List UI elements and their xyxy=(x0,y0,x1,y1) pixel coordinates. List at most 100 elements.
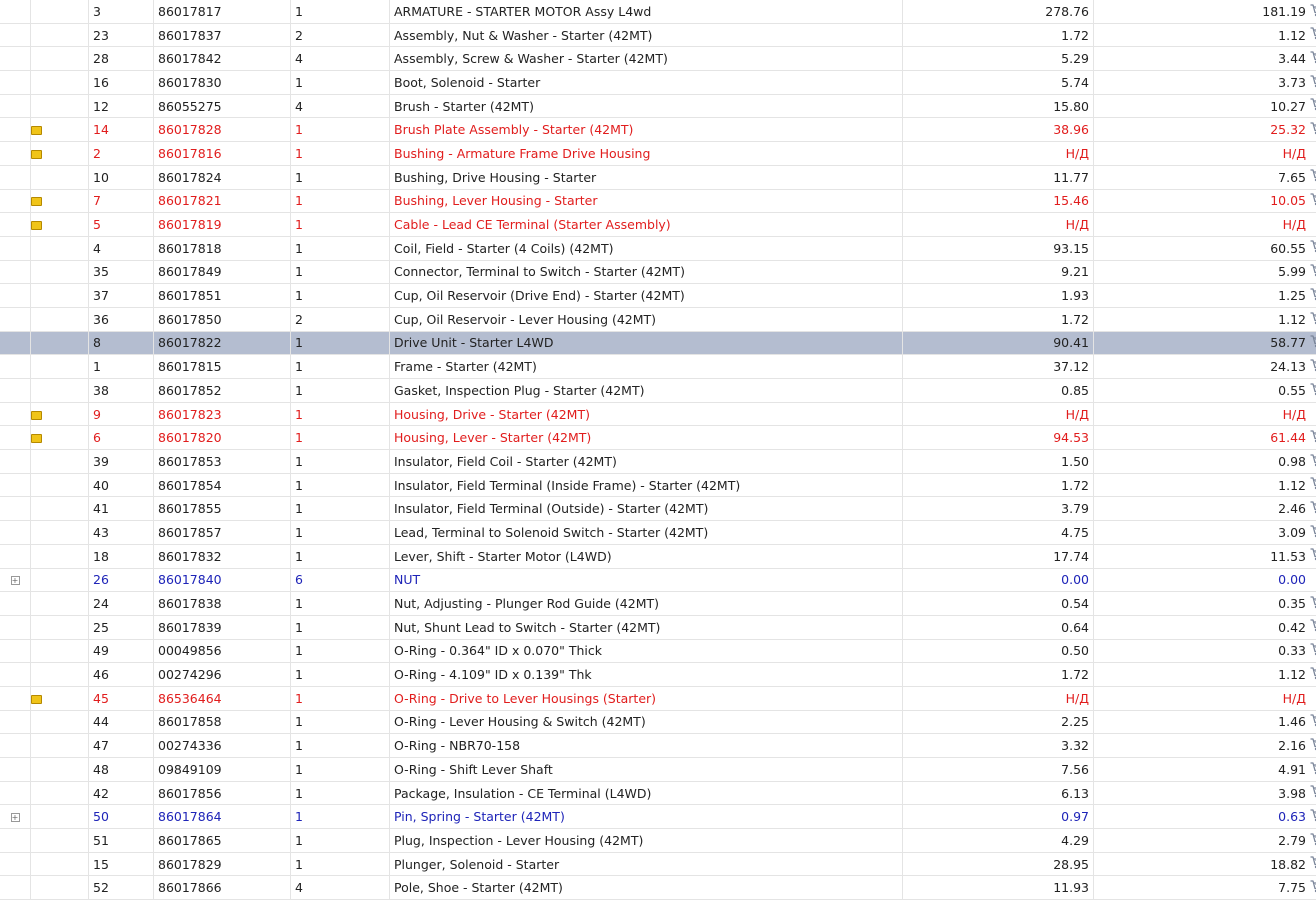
cart-icon[interactable] xyxy=(1310,335,1316,351)
table-row[interactable]: 47 00274336 1 O-Ring - NBR70-158 3.32 2.16 xyxy=(0,733,1316,758)
note-icon[interactable] xyxy=(31,221,42,231)
cart-cell[interactable] xyxy=(1310,236,1316,261)
cart-cell[interactable] xyxy=(1310,710,1316,735)
cart-icon[interactable] xyxy=(1310,856,1316,872)
table-row[interactable]: 23 86017837 2 Assembly, Nut & Washer - Star… xyxy=(0,23,1316,48)
cart-icon[interactable] xyxy=(1310,240,1316,256)
table-row[interactable]: 5 86017819 1 Cable - Lead CE Terminal (Star… xyxy=(0,212,1316,237)
table-row[interactable]: 9 86017823 1 Housing, Drive - Starter (42MT… xyxy=(0,402,1316,427)
cart-icon[interactable] xyxy=(1310,667,1316,683)
table-row[interactable]: 4 86017818 1 Coil, Field - Starter (4 Coils… xyxy=(0,236,1316,261)
table-row[interactable]: 46 00274296 1 O-Ring - 4.109" ID x 0.139" T… xyxy=(0,662,1316,687)
note-icon[interactable] xyxy=(31,149,42,159)
cart-icon[interactable] xyxy=(1310,98,1316,114)
cart-cell[interactable] xyxy=(1310,354,1316,379)
table-row[interactable]: 43 86017857 1 Lead, Terminal to Solenoid Sw… xyxy=(0,520,1316,545)
cart-cell[interactable] xyxy=(1310,117,1316,143)
table-row[interactable]: 12 86055275 4 Brush - Starter (42MT) 15.80 10… xyxy=(0,94,1316,119)
table-row[interactable]: 10 86017824 1 Bushing, Drive Housing - Star… xyxy=(0,165,1316,190)
cart-icon[interactable] xyxy=(1310,311,1316,328)
cart-cell[interactable] xyxy=(1310,875,1316,900)
cart-icon[interactable] xyxy=(1310,75,1316,91)
table-row[interactable]: 7 86017821 1 Bushing, Lever Housing - Start… xyxy=(0,189,1316,214)
cart-cell[interactable] xyxy=(1310,189,1316,214)
cart-cell[interactable] xyxy=(1310,0,1316,24)
cart-icon[interactable] xyxy=(1310,809,1316,825)
cart-cell[interactable] xyxy=(1310,165,1316,190)
table-row[interactable]: 16 86017830 1 Boot, Solenoid - Starter 5.74 3… xyxy=(0,70,1316,95)
table-row[interactable]: 39 86017853 1 Insulator, Field Coil - Start… xyxy=(0,449,1316,474)
cart-cell[interactable] xyxy=(1310,307,1316,332)
cart-icon[interactable] xyxy=(1310,382,1316,399)
table-row[interactable]: 40 86017854 1 Insulator, Field Terminal (In… xyxy=(0,473,1316,498)
cart-cell[interactable] xyxy=(1310,94,1316,119)
cart-icon[interactable] xyxy=(1310,525,1316,541)
table-row[interactable]: 28 86017842 4 Assembly, Screw & Washer - St… xyxy=(0,46,1316,72)
cart-icon[interactable] xyxy=(1310,3,1316,20)
cart-icon[interactable] xyxy=(1310,738,1316,754)
cart-cell[interactable] xyxy=(1310,757,1316,782)
cart-cell[interactable] xyxy=(1310,781,1316,806)
cart-cell[interactable] xyxy=(1310,591,1316,616)
note-icon[interactable] xyxy=(31,694,42,704)
table-row[interactable]: 36 86017850 2 Cup, Oil Reservoir - Lever Ho… xyxy=(0,307,1316,332)
note-icon[interactable] xyxy=(31,410,42,420)
table-row[interactable]: 6 86017820 1 Housing, Lever - Starter (42MT… xyxy=(0,425,1316,451)
cart-icon[interactable] xyxy=(1310,643,1316,659)
table-row[interactable]: 14 86017828 1 Brush Plate Assembly - Starte… xyxy=(0,117,1316,143)
table-row[interactable]: 2 86017816 1 Bushing - Armature Frame Drive… xyxy=(0,141,1316,166)
cart-cell[interactable] xyxy=(1310,615,1316,640)
cart-cell[interactable] xyxy=(1310,828,1316,853)
table-row[interactable]: 41 86017855 1 Insulator, Field Terminal (Ou… xyxy=(0,496,1316,522)
cart-icon[interactable] xyxy=(1310,501,1316,517)
expand-plus-icon[interactable]: + xyxy=(10,576,20,586)
cart-icon[interactable] xyxy=(1310,264,1316,280)
note-icon[interactable] xyxy=(31,126,42,136)
note-icon[interactable] xyxy=(31,434,42,444)
cart-icon[interactable] xyxy=(1310,548,1316,564)
table-row[interactable]: +26 86017840 6 NUT 0.00 0.00 xyxy=(0,568,1316,593)
cart-cell[interactable] xyxy=(1310,331,1316,356)
table-row[interactable]: 15 86017829 1 Plunger, Solenoid - Starter 28… xyxy=(0,852,1316,877)
cart-icon[interactable] xyxy=(1310,193,1316,209)
cart-icon[interactable] xyxy=(1310,27,1316,43)
cart-cell[interactable] xyxy=(1310,473,1316,498)
cart-cell[interactable] xyxy=(1310,733,1316,758)
table-row[interactable]: 24 86017838 1 Nut, Adjusting - Plunger Rod … xyxy=(0,591,1316,616)
cart-icon[interactable] xyxy=(1310,785,1316,801)
table-row[interactable]: 35 86017849 1 Connector, Terminal to Switch… xyxy=(0,260,1316,285)
cart-cell[interactable] xyxy=(1310,544,1316,569)
expand-plus-icon[interactable]: + xyxy=(10,813,20,823)
cart-icon[interactable] xyxy=(1310,619,1316,635)
table-row[interactable]: 25 86017839 1 Nut, Shunt Lead to Switch - S… xyxy=(0,615,1316,640)
table-row[interactable]: 44 86017858 1 O-Ring - Lever Housing & Swit… xyxy=(0,710,1316,735)
cart-cell[interactable] xyxy=(1310,520,1316,545)
table-row[interactable]: 1 86017815 1 Frame - Starter (42MT) 37.12 24.… xyxy=(0,354,1316,379)
table-row[interactable]: 8 86017822 1 Drive Unit - Starter L4WD 90.41… xyxy=(0,331,1316,356)
cart-cell[interactable] xyxy=(1310,662,1316,687)
note-icon[interactable] xyxy=(31,197,42,207)
cart-icon[interactable] xyxy=(1310,454,1316,470)
table-row[interactable]: 42 86017856 1 Package, Insulation - CE Term… xyxy=(0,781,1316,806)
expand-cell[interactable]: + xyxy=(0,568,31,593)
cart-cell[interactable] xyxy=(1310,260,1316,285)
cart-cell[interactable] xyxy=(1310,23,1316,48)
table-row[interactable]: 45 86536464 1 O-Ring - Drive to Lever Housi… xyxy=(0,686,1316,711)
table-row[interactable]: 51 86017865 1 Plug, Inspection - Lever Hous… xyxy=(0,828,1316,853)
cart-cell[interactable] xyxy=(1310,496,1316,522)
cart-icon[interactable] xyxy=(1310,51,1316,67)
cart-icon[interactable] xyxy=(1310,833,1316,849)
table-row[interactable]: 18 86017832 1 Lever, Shift - Starter Motor … xyxy=(0,544,1316,569)
table-row[interactable]: 52 86017866 4 Pole, Shoe - Starter (42MT) 11… xyxy=(0,875,1316,900)
cart-icon[interactable] xyxy=(1310,288,1316,304)
cart-cell[interactable] xyxy=(1310,852,1316,877)
cart-icon[interactable] xyxy=(1310,477,1316,493)
table-row[interactable]: 3 86017817 1 ARMATURE - STARTER MOTOR Assy … xyxy=(0,0,1316,24)
cart-cell[interactable] xyxy=(1310,70,1316,95)
cart-icon[interactable] xyxy=(1310,880,1316,896)
cart-icon[interactable] xyxy=(1310,714,1316,730)
cart-icon[interactable] xyxy=(1310,122,1316,138)
cart-icon[interactable] xyxy=(1310,169,1316,185)
table-row[interactable]: 49 00049856 1 O-Ring - 0.364" ID x 0.070" T… xyxy=(0,639,1316,664)
expand-cell[interactable]: + xyxy=(0,804,31,830)
